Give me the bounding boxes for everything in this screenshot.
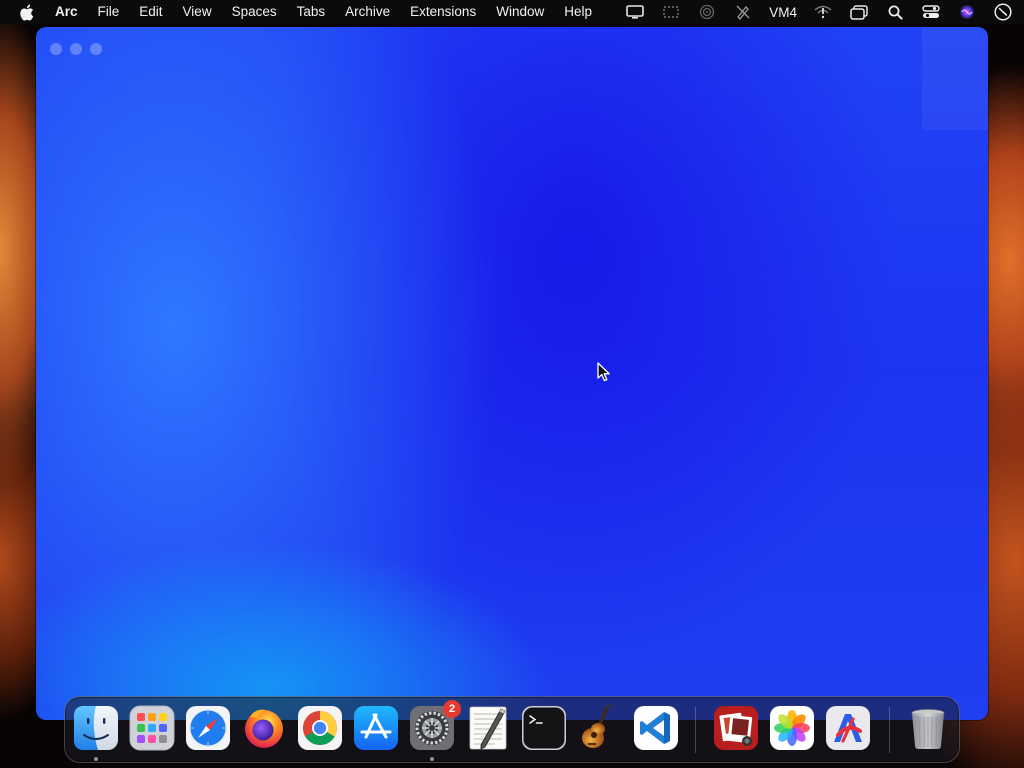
window-controls <box>50 43 102 55</box>
dock-textedit[interactable] <box>465 705 511 751</box>
control-center-icon[interactable] <box>920 3 942 21</box>
terminal-icon <box>522 706 566 750</box>
menu-bar-status-area: VM4 <box>617 0 1024 24</box>
garageband-icon <box>582 705 615 748</box>
notification-badge: 2 <box>443 700 461 718</box>
dock-trash[interactable] <box>905 705 951 751</box>
dock-photo-booth[interactable] <box>713 705 759 751</box>
dock: 2 <box>64 696 960 763</box>
safari-icon <box>186 706 230 750</box>
menu-window[interactable]: Window <box>486 0 554 24</box>
siri-icon[interactable] <box>956 3 978 21</box>
display-icon[interactable] <box>624 3 646 21</box>
menu-archive[interactable]: Archive <box>335 0 400 24</box>
stage-manager-icon[interactable] <box>848 3 870 21</box>
dock-photos[interactable] <box>769 705 815 751</box>
menu-extensions[interactable]: Extensions <box>400 0 486 24</box>
launchpad-icon <box>129 705 175 751</box>
app-store-icon <box>354 706 398 750</box>
photo-booth-icon <box>714 706 758 750</box>
dock-finder[interactable] <box>73 705 119 751</box>
wifi-off-icon[interactable] <box>812 3 834 21</box>
zoom-window-button[interactable] <box>90 43 102 55</box>
vm-status-label[interactable]: VM4 <box>769 5 797 20</box>
dock-safari[interactable] <box>185 705 231 751</box>
vector-app-icon <box>826 706 870 750</box>
menu-file[interactable]: File <box>88 0 130 24</box>
minimize-window-button[interactable] <box>70 43 82 55</box>
menu-spaces[interactable]: Spaces <box>222 0 287 24</box>
finder-icon <box>74 706 118 750</box>
arc-browser-window[interactable] <box>36 27 988 720</box>
textedit-icon <box>469 706 507 750</box>
dock-system-settings[interactable]: 2 <box>409 700 461 751</box>
dock-terminal[interactable] <box>521 705 567 751</box>
clock-icon[interactable] <box>992 3 1014 21</box>
dock-firefox[interactable] <box>241 705 287 751</box>
menu-help[interactable]: Help <box>554 0 602 24</box>
dock-app-store[interactable] <box>353 705 399 751</box>
dock-running-indicator <box>430 757 434 761</box>
menu-edit[interactable]: Edit <box>129 0 172 24</box>
dock-vector-app[interactable] <box>825 705 871 751</box>
menu-app-arc[interactable]: Arc <box>47 0 88 24</box>
chrome-icon <box>298 706 342 750</box>
pen-slash-icon[interactable] <box>732 3 754 21</box>
close-window-button[interactable] <box>50 43 62 55</box>
menu-view[interactable]: View <box>173 0 222 24</box>
vscode-icon <box>634 706 678 750</box>
dock-chrome[interactable] <box>297 705 343 751</box>
screenshot-icon[interactable] <box>660 3 682 21</box>
dock-running-indicator <box>94 757 98 761</box>
window-corner-panel <box>922 27 988 130</box>
menu-bar: Arc File Edit View Spaces Tabs Archive E… <box>0 0 1024 24</box>
photos-icon <box>770 706 814 750</box>
firefox-icon <box>245 709 283 748</box>
dock-separator <box>889 707 890 753</box>
spotlight-search-icon[interactable] <box>884 3 906 21</box>
dock-garageband[interactable] <box>577 705 623 751</box>
dock-launchpad[interactable] <box>129 705 175 751</box>
mouse-pointer-icon <box>597 362 611 382</box>
airdrop-icon[interactable] <box>696 3 718 21</box>
apple-menu-icon[interactable] <box>17 3 35 21</box>
trash-icon <box>911 709 945 749</box>
dock-separator <box>695 707 696 753</box>
menu-tabs[interactable]: Tabs <box>287 0 336 24</box>
dock-vscode[interactable] <box>633 705 679 751</box>
